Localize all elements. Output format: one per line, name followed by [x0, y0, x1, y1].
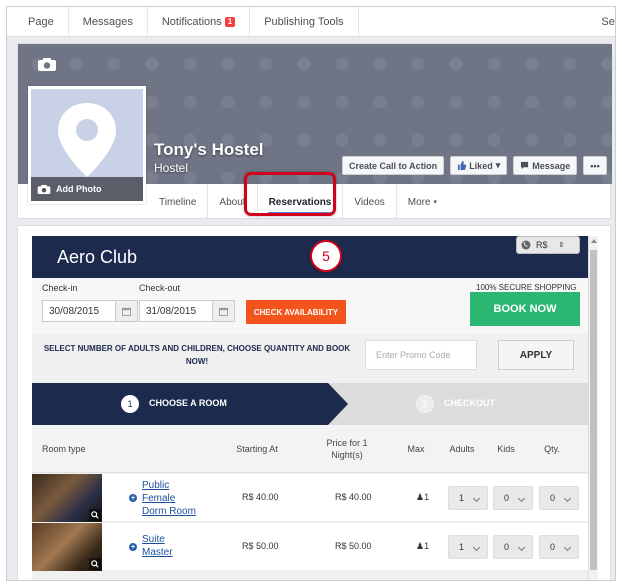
step-1-number: 1 — [121, 395, 139, 413]
reservations-panel: Aero Club R$ ⇕ Check-in Check-out 30/08/… — [17, 225, 611, 580]
thumbs-up-icon — [458, 161, 467, 170]
globe-icon — [521, 240, 531, 250]
callout-step-badge: 5 — [310, 240, 342, 272]
col-adults: Adults — [449, 444, 475, 454]
add-photo-button[interactable]: Add Photo — [31, 177, 143, 201]
kids-select[interactable]: 0 — [493, 486, 533, 510]
room-photo[interactable] — [32, 474, 102, 522]
chevron-down-icon — [563, 543, 572, 552]
currency-select[interactable]: R$ ⇕ — [516, 236, 580, 254]
liked-button[interactable]: Liked ▾ — [450, 156, 508, 175]
nav-page[interactable]: Page — [7, 7, 69, 37]
nav-publishing-tools[interactable]: Publishing Tools — [250, 7, 359, 37]
scroll-up-icon[interactable] — [591, 239, 597, 243]
book-now-button[interactable]: BOOK NOW — [470, 292, 580, 326]
booking-instructions: SELECT NUMBER OF ADULTS AND CHILDREN, CH… — [43, 344, 351, 366]
browser-frame: Page Messages Notifications 1 Publishing … — [6, 6, 616, 581]
col-max: Max — [407, 444, 425, 454]
booking-brand: Aero Club — [57, 247, 138, 267]
nav-settings[interactable]: Sett — [601, 16, 615, 28]
checkout-input[interactable]: 31/08/2015 — [139, 300, 235, 322]
booking-steps: 1 CHOOSE A ROOM 2 CHECKOUT — [32, 383, 588, 425]
room-photo[interactable] — [32, 523, 102, 571]
tab-videos[interactable]: Videos — [343, 184, 397, 220]
person-icon: ♟ — [416, 492, 425, 502]
profile-picture[interactable]: Add Photo — [28, 86, 146, 204]
room-max-guests: ♟1 — [416, 541, 430, 551]
room-starting-price: R$ 50.00 — [242, 541, 279, 551]
table-row: + Public Female Dorm Room R$ 40.00 R$ 40… — [32, 474, 588, 522]
person-icon: ♟ — [416, 541, 425, 551]
room-max-guests: ♟1 — [416, 492, 430, 502]
step-2-label: CHECKOUT — [444, 398, 495, 408]
notification-badge: 1 — [224, 16, 236, 27]
page-title[interactable]: Tony's Hostel — [154, 140, 264, 160]
message-icon — [521, 161, 529, 170]
room-name-link[interactable]: Suite Master — [142, 533, 182, 559]
checkin-input[interactable]: 30/08/2015 — [42, 300, 138, 322]
col-starting-at: Starting At — [236, 444, 278, 454]
up-down-arrows-icon: ⇕ — [558, 241, 565, 249]
col-room-type: Room type — [42, 444, 86, 454]
adults-select[interactable]: 1 — [448, 535, 488, 559]
room-night-price: R$ 40.00 — [335, 492, 372, 502]
nav-notifications[interactable]: Notifications 1 — [148, 7, 251, 37]
ellipsis-icon: ••• — [590, 160, 600, 171]
col-qty: Qty. — [544, 444, 560, 454]
qty-select[interactable]: 0 — [539, 535, 579, 559]
room-name-link[interactable]: Public Female Dorm Room — [142, 479, 198, 518]
col-kids: Kids — [497, 444, 515, 454]
page-nav: Page Messages Notifications 1 Publishing … — [7, 7, 615, 37]
chevron-down-icon — [517, 543, 526, 552]
promo-code-input[interactable]: Enter Promo Code — [365, 340, 477, 370]
step-1-label: CHOOSE A ROOM — [149, 398, 227, 408]
apply-button[interactable]: APPLY — [498, 340, 574, 370]
expand-icon[interactable]: + — [129, 543, 137, 551]
calendar-icon[interactable] — [212, 301, 234, 321]
step-2-number: 2 — [416, 395, 434, 413]
kids-select[interactable]: 0 — [493, 535, 533, 559]
chevron-down-icon — [472, 543, 481, 552]
chevron-down-icon — [472, 494, 481, 503]
date-selection: Check-in Check-out 30/08/2015 31/08/2015… — [32, 278, 588, 334]
rooms-table-header: Room type Starting At Price for 1 Night(… — [32, 425, 588, 473]
zoom-icon[interactable] — [89, 509, 101, 521]
reservations-tab-highlight — [244, 172, 336, 216]
scrollbar-thumb[interactable] — [590, 250, 597, 570]
qty-select[interactable]: 0 — [539, 486, 579, 510]
chevron-down-icon — [563, 494, 572, 503]
col-price-for: Price for 1 Night(s) — [326, 438, 368, 460]
secure-shopping-label: 100% SECURE SHOPPING — [476, 283, 577, 292]
room-starting-price: R$ 40.00 — [242, 492, 279, 502]
message-button[interactable]: Message — [513, 156, 578, 175]
expand-icon[interactable]: + — [129, 494, 137, 502]
caret-down-icon: ▾ — [495, 160, 501, 170]
table-row: + Suite Master R$ 50.00 R$ 50.00 ♟1 1 0 … — [32, 523, 588, 571]
camera-icon — [37, 184, 51, 194]
checkout-label: Check-out — [139, 283, 181, 293]
adults-select[interactable]: 1 — [448, 486, 488, 510]
checkin-label: Check-in — [42, 283, 78, 293]
zoom-icon[interactable] — [89, 558, 101, 570]
create-cta-button[interactable]: Create Call to Action — [342, 156, 445, 175]
cover-actions: Create Call to Action Liked ▾ Message ••… — [342, 156, 607, 175]
page-category: Hostel — [154, 161, 189, 175]
more-options-button[interactable]: ••• — [583, 156, 607, 175]
check-availability-button[interactable]: CHECK AVAILABILITY — [246, 300, 346, 324]
tab-timeline[interactable]: Timeline — [148, 184, 209, 220]
nav-messages[interactable]: Messages — [69, 7, 148, 37]
step-choose-room: 1 CHOOSE A ROOM — [32, 383, 348, 425]
location-pin-icon — [58, 103, 116, 177]
tab-more[interactable]: More ▾ — [397, 184, 448, 220]
room-night-price: R$ 50.00 — [335, 541, 372, 551]
calendar-icon[interactable] — [115, 301, 137, 321]
scrollbar[interactable] — [588, 236, 598, 580]
chevron-down-icon — [517, 494, 526, 503]
camera-icon[interactable] — [37, 57, 57, 72]
booking-widget: Aero Club R$ ⇕ Check-in Check-out 30/08/… — [32, 236, 598, 580]
promo-row: SELECT NUMBER OF ADULTS AND CHILDREN, CH… — [32, 334, 588, 380]
caret-down-icon: ▾ — [433, 199, 437, 206]
